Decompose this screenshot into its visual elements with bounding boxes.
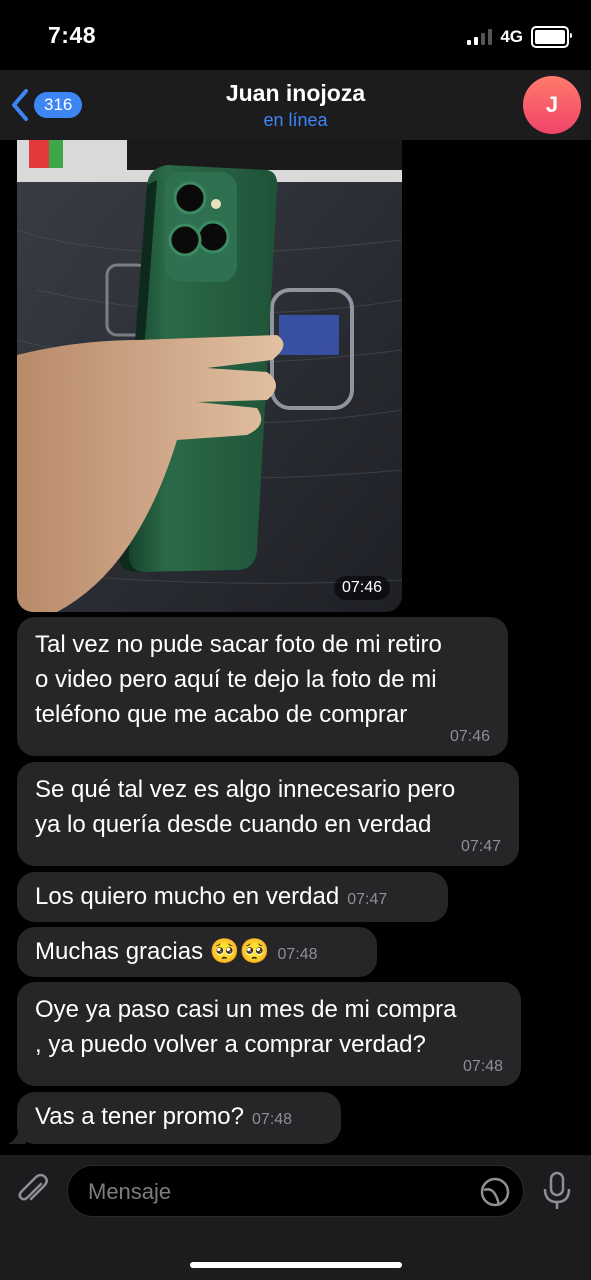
composer-bar: Mensaje <box>0 1155 591 1280</box>
message-line: Vas a tener promo? <box>35 1103 245 1130</box>
paperclip-icon[interactable] <box>14 1171 52 1209</box>
contact-name[interactable]: Juan inojoza <box>0 80 591 107</box>
message-line: Tal vez no pude sacar foto de mi retiro <box>35 631 442 658</box>
photo-message[interactable]: 07:46 <box>17 140 402 612</box>
message-placeholder: Mensaje <box>88 1179 172 1204</box>
message-input[interactable]: Mensaje <box>67 1165 524 1217</box>
photo-timestamp: 07:46 <box>333 576 390 600</box>
message-time: 07:47 <box>347 891 388 908</box>
avatar-initial: J <box>545 92 559 117</box>
message-line: , ya puedo volver a comprar verdad? <box>35 1031 426 1058</box>
chat-header: 316 Juan inojoza en línea J <box>0 70 591 140</box>
message-line: Oye ya paso casi un mes de mi compra <box>35 996 457 1023</box>
message-line: Los quiero mucho en verdad <box>35 883 340 910</box>
signal-icon <box>467 29 493 45</box>
message-line: teléfono que me acabo de comprar <box>35 701 408 728</box>
message-bubble[interactable]: Muchas gracias 🥺🥺 07:48 <box>17 927 377 977</box>
contact-status: en línea <box>263 110 328 130</box>
message-bubble[interactable]: Vas a tener promo? 07:48 <box>17 1092 341 1144</box>
network-type: 4G <box>500 27 523 46</box>
message-time: 07:48 <box>277 946 318 963</box>
sticker-icon[interactable] <box>479 1176 511 1208</box>
message-bubble[interactable]: Los quiero mucho en verdad 07:47 <box>17 872 448 922</box>
status-indicators: 4G <box>467 26 572 48</box>
message-bubble[interactable]: Tal vez no pude sacar foto de mi retiro … <box>17 617 508 756</box>
message-time: 07:48 <box>252 1111 293 1128</box>
bubble-tail <box>8 1125 26 1144</box>
microphone-icon[interactable] <box>540 1171 574 1211</box>
message-line: ya lo quería desde cuando en verdad <box>35 811 432 838</box>
status-bar: 7:48 4G <box>0 0 591 70</box>
message-line: Se qué tal vez es algo innecesario pero <box>35 776 456 803</box>
status-time: 7:48 <box>48 22 97 48</box>
message-bubble[interactable]: Se qué tal vez es algo innecesario pero … <box>17 762 519 866</box>
message-line: o video pero aquí te dejo la foto de mi <box>35 666 437 693</box>
battery-icon <box>531 26 572 48</box>
home-indicator <box>190 1262 402 1268</box>
avatar[interactable]: J <box>523 76 581 134</box>
message-bubble[interactable]: Oye ya paso casi un mes de mi compra , y… <box>17 982 521 1086</box>
message-line: Muchas gracias 🥺🥺 <box>35 938 270 965</box>
chat-area[interactable]: 07:46 Tal vez no pude sacar foto de mi r… <box>0 140 591 1155</box>
phone-photo <box>17 140 402 612</box>
